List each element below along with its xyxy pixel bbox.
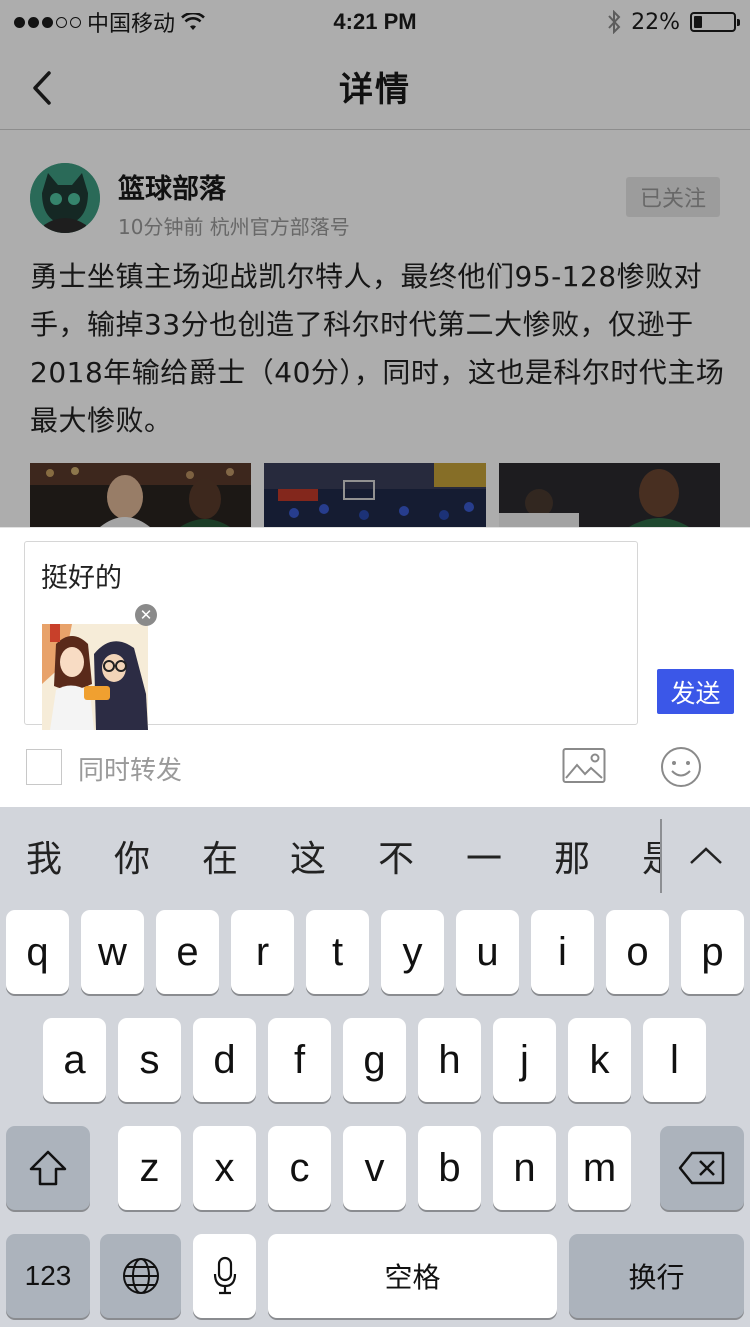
key-x[interactable]: x: [193, 1126, 256, 1210]
close-icon: ✕: [139, 605, 153, 624]
keyboard: 我你在这不一那是 q w e r t y u i o p a s d f g h j k l z x c v b n m 123 空格…: [0, 807, 750, 1327]
key-p[interactable]: p: [681, 910, 744, 994]
key-o[interactable]: o: [606, 910, 669, 994]
key-e[interactable]: e: [156, 910, 219, 994]
globe-icon: [122, 1258, 159, 1294]
attached-image[interactable]: [42, 624, 148, 730]
shift-key[interactable]: [6, 1126, 90, 1210]
delete-key[interactable]: [660, 1126, 744, 1210]
delete-icon: [678, 1151, 725, 1185]
forward-checkbox[interactable]: [26, 749, 62, 785]
microphone-key[interactable]: [193, 1234, 256, 1318]
key-j[interactable]: j: [493, 1018, 556, 1102]
key-r[interactable]: r: [231, 910, 294, 994]
candidate-divider: [660, 819, 662, 893]
remove-attachment-button[interactable]: ✕: [135, 604, 157, 626]
shift-icon: [29, 1150, 67, 1186]
forward-label: 同时转发: [78, 756, 183, 786]
comment-text[interactable]: 挺好的: [41, 556, 122, 595]
numbers-key[interactable]: 123: [6, 1234, 90, 1318]
key-z[interactable]: z: [118, 1126, 181, 1210]
key-u[interactable]: u: [456, 910, 519, 994]
comment-input[interactable]: 挺好的 ✕: [24, 541, 638, 730]
candidate-word[interactable]: 那: [528, 830, 616, 882]
key-d[interactable]: d: [193, 1018, 256, 1102]
candidate-bar: 我你在这不一那是: [0, 807, 750, 905]
candidate-word[interactable]: 这: [264, 830, 352, 882]
key-m[interactable]: m: [568, 1126, 631, 1210]
key-s[interactable]: s: [118, 1018, 181, 1102]
attachment-thumbnail: [42, 624, 148, 730]
key-q[interactable]: q: [6, 910, 69, 994]
image-icon: [562, 748, 606, 783]
key-h[interactable]: h: [418, 1018, 481, 1102]
candidate-list: 我你在这不一那是: [0, 807, 660, 905]
send-button[interactable]: 发送: [657, 669, 734, 714]
candidate-word[interactable]: 是: [616, 830, 660, 882]
key-v[interactable]: v: [343, 1126, 406, 1210]
candidate-word[interactable]: 你: [88, 830, 176, 882]
insert-image-button[interactable]: [562, 746, 606, 786]
background-overlay[interactable]: [0, 0, 750, 527]
key-n[interactable]: n: [493, 1126, 556, 1210]
key-a[interactable]: a: [43, 1018, 106, 1102]
key-w[interactable]: w: [81, 910, 144, 994]
emoji-icon: [661, 747, 701, 787]
key-c[interactable]: c: [268, 1126, 331, 1210]
globe-key[interactable]: [100, 1234, 181, 1318]
key-i[interactable]: i: [531, 910, 594, 994]
emoji-button[interactable]: [660, 746, 702, 788]
candidate-word[interactable]: 我: [0, 830, 88, 882]
key-t[interactable]: t: [306, 910, 369, 994]
candidate-word[interactable]: 一: [440, 830, 528, 882]
key-g[interactable]: g: [343, 1018, 406, 1102]
return-key[interactable]: 换行: [569, 1234, 744, 1318]
key-y[interactable]: y: [381, 910, 444, 994]
comment-compose-panel: 挺好的 ✕ 发送 同时转发: [0, 527, 750, 807]
chevron-up-icon: [690, 847, 722, 864]
key-b[interactable]: b: [418, 1126, 481, 1210]
expand-candidates-button[interactable]: [680, 832, 732, 880]
key-l[interactable]: l: [643, 1018, 706, 1102]
space-key[interactable]: 空格: [268, 1234, 557, 1318]
candidate-word[interactable]: 在: [176, 830, 264, 882]
microphone-icon: [213, 1256, 236, 1295]
key-f[interactable]: f: [268, 1018, 331, 1102]
candidate-word[interactable]: 不: [352, 830, 440, 882]
key-k[interactable]: k: [568, 1018, 631, 1102]
